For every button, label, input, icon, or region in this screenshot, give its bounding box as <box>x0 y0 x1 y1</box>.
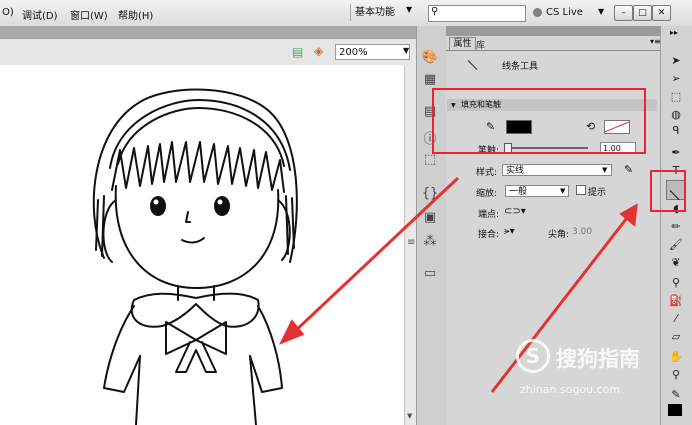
watermark-text: 搜狗指南 <box>556 347 640 371</box>
sogou-logo-icon: S <box>516 339 550 373</box>
watermark-url: zhinan.sogou.com <box>520 383 621 396</box>
